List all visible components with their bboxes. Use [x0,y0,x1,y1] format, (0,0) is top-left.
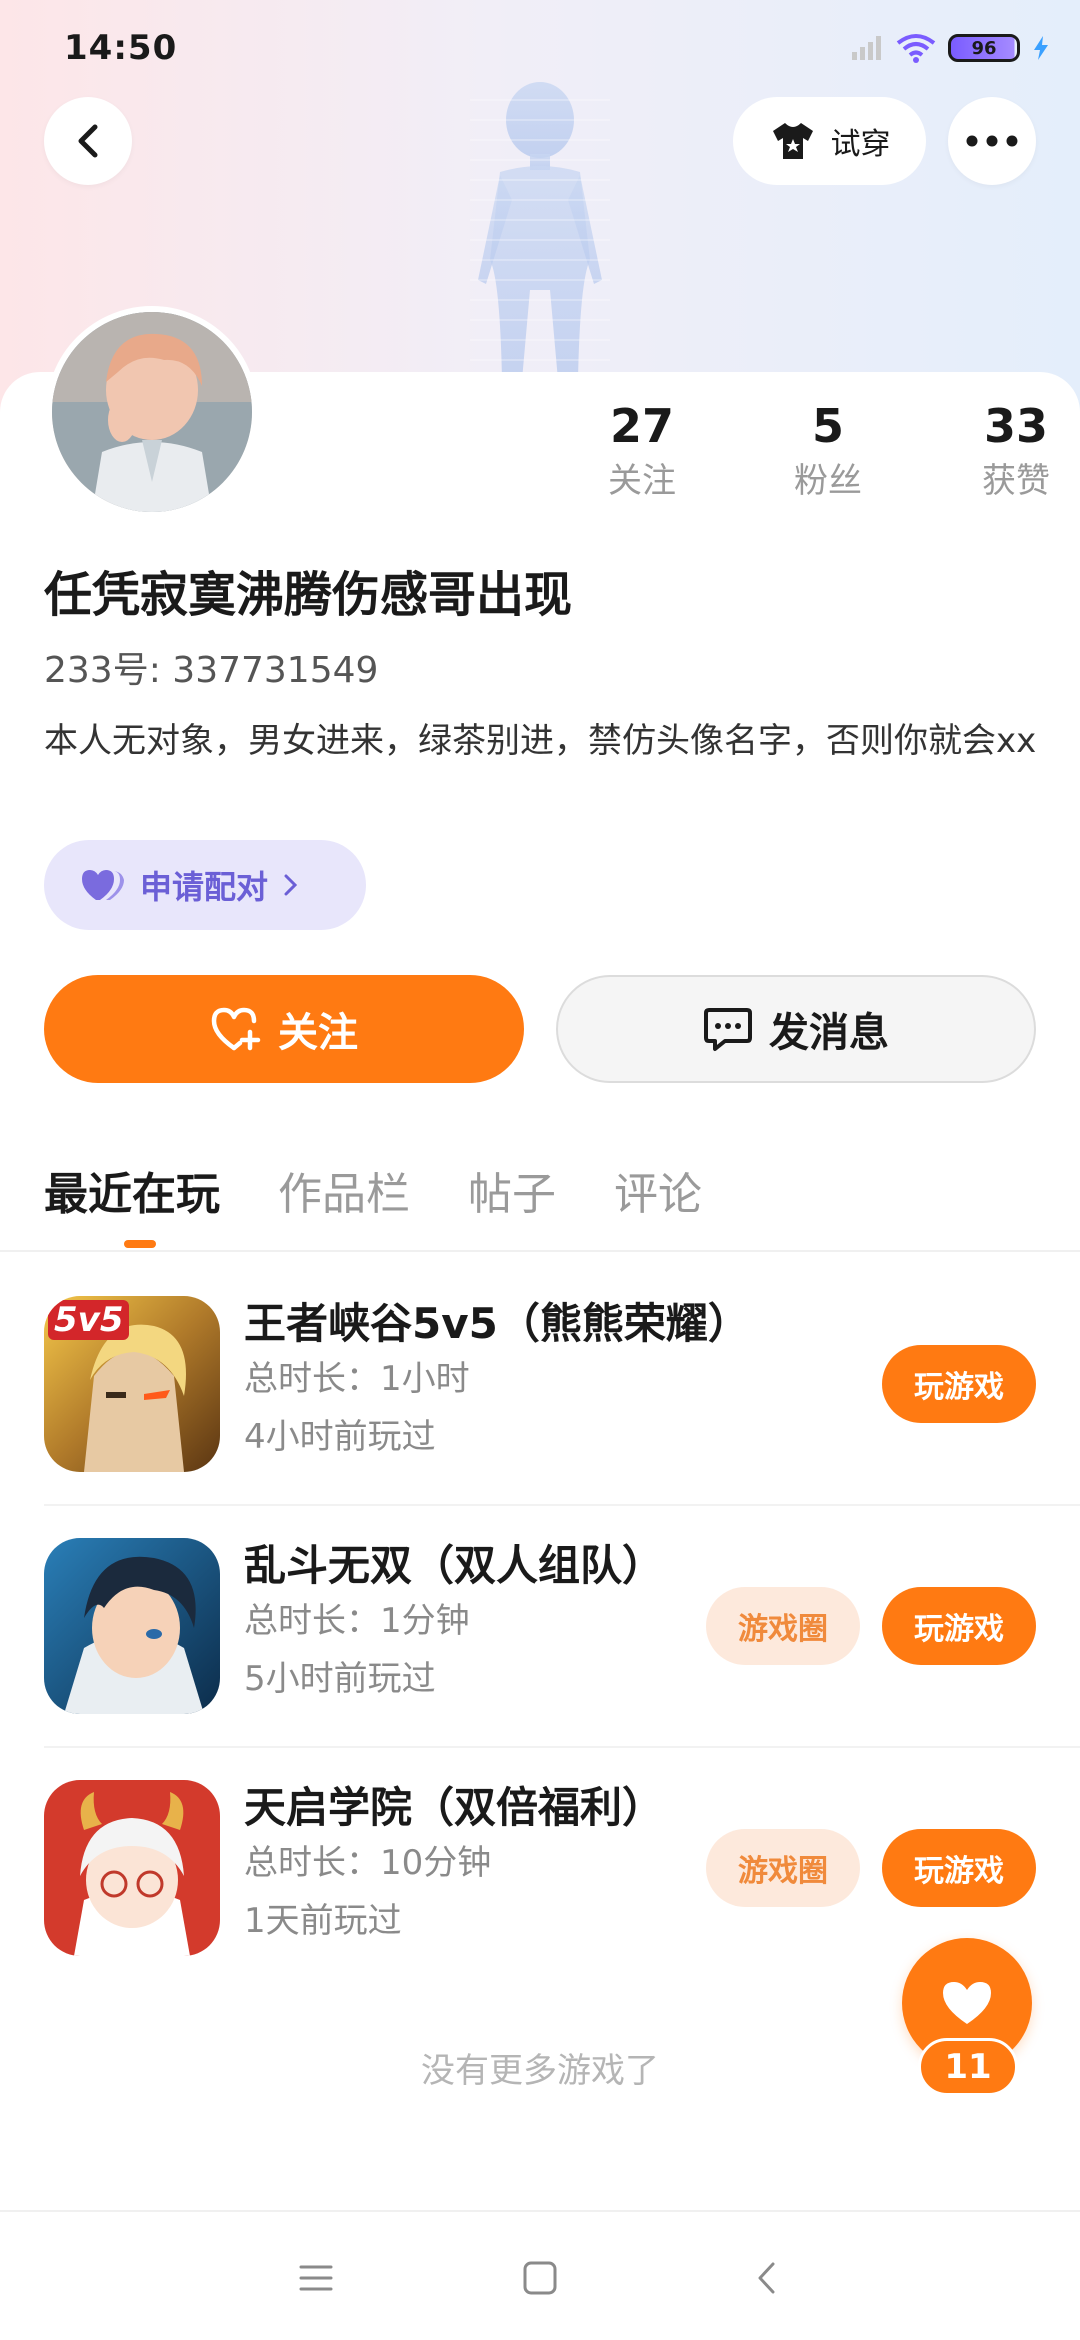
message-label: 发消息 [769,1010,889,1056]
list-item: 5v5 王者峡谷5v5（熊熊荣耀） 总时长：1小时 4小时前玩过 玩游戏 [0,1296,1080,1538]
game-icon-honor[interactable]: 5v5 [44,1296,220,1472]
charging-icon [1034,36,1048,60]
tab-recently-played[interactable]: 最近在玩 [44,1160,220,1230]
stat-value: 27 [609,399,674,453]
tabs-divider [0,1250,1080,1252]
like-count-badge: 11 [918,2038,1018,2096]
menu-icon [299,2265,333,2291]
game-title: 王者峡谷5v5（熊熊荣耀） [244,1299,750,1348]
apply-pair-button[interactable]: 申请配对 [44,840,366,930]
chevron-right-icon [284,874,298,896]
game-duration: 总时长：1分钟 [244,1601,470,1641]
wifi-icon [896,34,936,63]
game-icon-art [44,1538,220,1714]
game-icon-badge: 5v5 [48,1300,130,1340]
battery-level: 96 [971,37,997,59]
tab-posts[interactable]: 帖子 [468,1160,556,1230]
active-tab-indicator [124,1240,156,1248]
tshirt-icon [772,123,813,159]
nav-back-button[interactable] [745,2256,789,2300]
signal-icon [852,36,881,60]
game-last-played: 4小时前玩过 [244,1417,436,1457]
game-duration: 总时长：10分钟 [244,1843,492,1883]
nav-home-button[interactable] [518,2256,562,2300]
profile-tabs: 最近在玩 作品栏 帖子 评论 [44,1160,702,1230]
profile-bio: 本人无对象，男女进来，绿茶别进，禁仿头像名字，否则你就会xx [44,721,1037,761]
stat-label: 粉丝 [794,461,862,501]
game-circle-button[interactable]: 游戏圈 [706,1587,860,1665]
profile-nickname: 任凭寂寞沸腾伤感哥出现 [44,567,573,623]
stat-label: 关注 [608,461,676,501]
avatar[interactable] [46,306,258,518]
game-title: 天启学院（双倍福利） [244,1783,665,1832]
status-bar: 14:50 96 [0,0,1080,96]
tab-comments[interactable]: 评论 [614,1160,702,1230]
stat-value: 33 [983,399,1048,453]
game-last-played: 1天前玩过 [244,1901,402,1941]
stat-value: 5 [811,399,844,453]
list-item: 乱斗无双（双人组队） 总时长：1分钟 5小时前玩过 游戏圈 玩游戏 [0,1538,1080,1780]
chat-bubble-icon [704,1008,752,1051]
stat-label: 获赞 [982,461,1050,501]
system-nav-bar [0,2210,1080,2340]
stat-following[interactable]: 27 关注 [562,398,722,502]
profile-stats: 27 关注 5 粉丝 33 获赞 [540,398,1080,518]
chevron-left-icon [78,124,98,158]
try-on-label: 试穿 [830,127,891,162]
avatar-illustration [52,312,252,512]
game-duration: 总时长：1小时 [244,1359,470,1399]
game-icon-melee[interactable] [44,1538,220,1714]
pair-heart-icon [82,870,124,900]
tab-works[interactable]: 作品栏 [278,1160,410,1230]
stat-followers[interactable]: 5 粉丝 [748,398,908,502]
nav-menu-button[interactable] [294,2256,338,2300]
heart-plus-icon [211,1007,261,1051]
more-button[interactable] [948,97,1036,185]
home-square-icon [523,2261,557,2295]
avatar-figure-illustration [470,82,610,380]
row-divider [44,1746,1080,1748]
apply-pair-label: 申请配对 [140,868,269,906]
back-button[interactable] [44,97,132,185]
status-icons: 96 [850,33,1050,63]
message-button[interactable]: 发消息 [556,975,1036,1083]
game-last-played: 5小时前玩过 [244,1659,436,1699]
try-on-button[interactable]: 试穿 [733,97,926,185]
heart-icon [943,1982,991,2024]
more-dots-icon [966,135,1018,147]
follow-button[interactable]: 关注 [44,975,524,1083]
play-game-button[interactable]: 玩游戏 [882,1587,1036,1665]
back-triangle-icon [758,2262,775,2294]
game-icon-art [44,1780,220,1956]
stat-likes[interactable]: 33 获赞 [936,398,1080,502]
row-divider [44,1504,1080,1506]
game-title: 乱斗无双（双人组队） [244,1541,665,1590]
play-game-button[interactable]: 玩游戏 [882,1829,1036,1907]
play-game-button[interactable]: 玩游戏 [882,1345,1036,1423]
game-icon-apocalypse-academy[interactable] [44,1780,220,1956]
follow-label: 关注 [278,1010,358,1056]
game-circle-button[interactable]: 游戏圈 [706,1829,860,1907]
status-time: 14:50 [64,28,178,68]
battery-icon: 96 [948,34,1020,62]
profile-uid: 233号: 337731549 [44,650,379,691]
